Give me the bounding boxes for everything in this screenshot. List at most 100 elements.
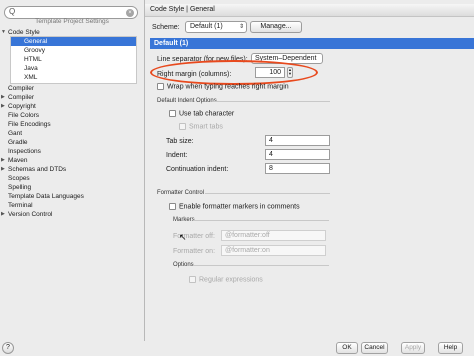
help-button[interactable]: Help — [438, 342, 463, 354]
continuation-indent-input[interactable]: 8 — [265, 163, 330, 174]
smart-tabs-checkbox — [179, 123, 186, 130]
manage-button[interactable]: Manage... — [250, 21, 302, 33]
tree-item-file-colors[interactable]: File Colors — [8, 111, 39, 120]
tab-size-label: Tab size: — [166, 138, 194, 145]
tree-item-inspections[interactable]: Inspections — [8, 147, 41, 156]
formatter-control-title: Formatter Control — [157, 190, 205, 196]
tree-item-groovy[interactable]: Groovy — [24, 46, 45, 55]
tree-item-template-data-languages[interactable]: Template Data Languages — [8, 192, 84, 201]
use-tab-option[interactable]: Use tab character — [169, 110, 234, 117]
continuation-indent-label: Continuation indent: — [166, 166, 229, 173]
template-settings-label: Template Project Settings — [35, 18, 109, 25]
breadcrumb: Code Style | General — [150, 6, 215, 13]
tree-item-copyright[interactable]: ▶ Copyright — [1, 102, 36, 111]
section-divider — [205, 193, 330, 194]
wrap-at-margin-option[interactable]: Wrap when typing reaches right margin — [157, 83, 289, 90]
search-icon: Q — [9, 7, 16, 16]
scheme-dropdown[interactable]: Default (1) ⇕ — [185, 21, 247, 33]
tree-item-general[interactable]: General — [24, 37, 47, 46]
tree-item-label: Compiler — [8, 94, 35, 101]
apply-button[interactable]: Apply — [401, 342, 425, 354]
tree-item-label: HTML — [24, 56, 42, 63]
section-divider — [193, 220, 329, 221]
tree-item-label: Groovy — [24, 47, 45, 54]
indent-label: Indent: — [166, 152, 188, 159]
mouse-cursor-icon: ↖ — [179, 232, 187, 242]
formatter-on-input: @formatter:on — [221, 245, 326, 256]
section-divider — [193, 265, 329, 266]
tree-item-label: General — [24, 38, 48, 45]
scheme-label: Scheme: — [152, 24, 180, 31]
use-tab-checkbox[interactable] — [169, 110, 176, 117]
tree-item-label: Inspections — [8, 148, 41, 155]
collapsed-arrow-icon[interactable]: ▶ — [1, 210, 5, 219]
tree-item-label: Terminal — [8, 202, 33, 209]
regular-expressions-checkbox — [189, 276, 196, 283]
breadcrumb-bar: Code Style | General — [145, 4, 474, 17]
enable-formatter-markers-label: Enable formatter markers in comments — [179, 203, 300, 211]
tree-item-label: Template Data Languages — [8, 193, 84, 200]
collapsed-arrow-icon[interactable]: ▶ — [1, 165, 5, 174]
collapsed-arrow-icon[interactable]: ▶ — [1, 93, 5, 102]
tree-item-label: Gant — [8, 130, 23, 137]
smart-tabs-label: Smart tabs — [189, 123, 223, 131]
section-divider — [213, 101, 330, 102]
markers-title: Markers — [173, 217, 195, 223]
help-icon[interactable]: ? — [2, 342, 14, 354]
clear-search-icon[interactable]: × — [126, 9, 134, 17]
tree-item-version-control[interactable]: ▶ Version Control — [1, 210, 53, 219]
enable-formatter-markers-option[interactable]: Enable formatter markers in comments — [169, 203, 300, 210]
scheme-name-bar: Default (1) — [150, 38, 474, 49]
settings-tree-panel: Q × Template Project Settings ▼ Code Sty… — [0, 0, 144, 356]
tree-item-label: Compiler — [8, 85, 35, 92]
use-tab-label: Use tab character — [179, 110, 235, 118]
tree-item-file-encodings[interactable]: File Encodings — [8, 120, 51, 129]
dialog-button-bar: ? OK Cancel Apply Help — [0, 341, 474, 356]
tree-item-label: Version Control — [8, 211, 53, 218]
tree-item-label: Copyright — [8, 103, 36, 110]
tree-item-xml[interactable]: XML — [24, 73, 37, 82]
tree-item-label: Gradle — [8, 139, 28, 146]
wrap-at-margin-checkbox[interactable] — [157, 83, 164, 90]
smart-tabs-option: Smart tabs — [179, 123, 223, 130]
ok-button[interactable]: OK — [336, 342, 358, 354]
cancel-button[interactable]: Cancel — [361, 342, 388, 354]
tree-item-code-style[interactable]: ▼ Code Style — [1, 28, 40, 37]
tree-item-label: Scopes — [8, 175, 30, 182]
tree-item-java[interactable]: Java — [24, 64, 38, 73]
tree-item-label: Java — [24, 65, 38, 72]
formatter-on-label: Formatter on: — [173, 248, 216, 255]
enable-formatter-markers-checkbox[interactable] — [169, 203, 176, 210]
tree-item-maven[interactable]: ▶ Maven — [1, 156, 28, 165]
indent-input[interactable]: 4 — [265, 149, 330, 160]
tree-item-label: Maven — [8, 157, 28, 164]
code-style-general-panel: Code Style | General Scheme: Default (1)… — [145, 0, 474, 356]
expanded-arrow-icon[interactable]: ▼ — [1, 28, 6, 37]
tree-item-scopes[interactable]: Scopes — [8, 174, 30, 183]
wrap-at-margin-label: Wrap when typing reaches right margin — [167, 83, 289, 91]
regular-expressions-option: Regular expressions — [189, 276, 263, 283]
options-title: Options — [173, 262, 194, 268]
tree-item-spelling[interactable]: Spelling — [8, 183, 31, 192]
tree-item-label: Schemas and DTDs — [8, 166, 67, 173]
tree-item-compiler-2[interactable]: ▶ Compiler — [1, 93, 35, 102]
indent-options-title: Default Indent Options — [157, 98, 217, 104]
tree-item-schemas-dtds[interactable]: ▶ Schemas and DTDs — [1, 165, 67, 174]
tree-item-terminal[interactable]: Terminal — [8, 201, 33, 210]
scheme-value: Default (1) — [190, 23, 223, 30]
collapsed-arrow-icon[interactable]: ▶ — [1, 156, 5, 165]
annotation-highlight-ellipse — [150, 60, 318, 85]
tree-item-html[interactable]: HTML — [24, 55, 42, 64]
tree-item-gant[interactable]: Gant — [8, 129, 22, 138]
tree-item-compiler[interactable]: Compiler — [8, 84, 34, 93]
dropdown-arrows-icon: ⇕ — [238, 24, 244, 30]
tree-item-label: Code Style — [8, 29, 40, 36]
tree-item-gradle[interactable]: Gradle — [8, 138, 28, 147]
tab-size-input[interactable]: 4 — [265, 135, 330, 146]
regular-expressions-label: Regular expressions — [199, 276, 263, 284]
tree-item-label: File Colors — [8, 112, 40, 119]
tree-item-label: File Encodings — [8, 121, 51, 128]
tree-item-label: Spelling — [8, 184, 32, 191]
collapsed-arrow-icon[interactable]: ▶ — [1, 102, 5, 111]
tree-item-label: XML — [24, 74, 38, 81]
